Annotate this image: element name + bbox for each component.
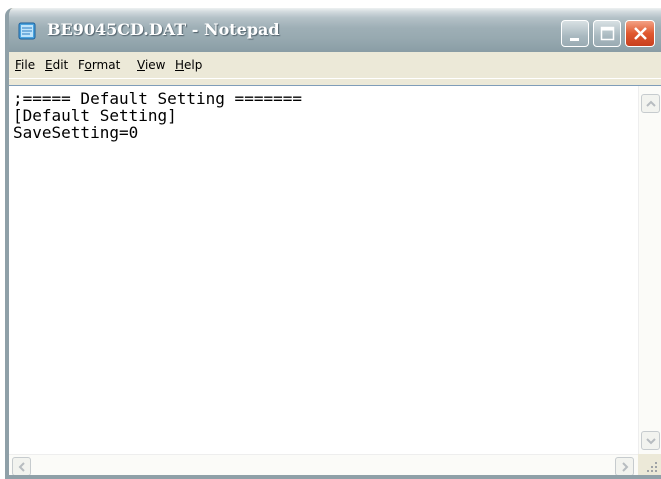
chevron-down-icon [646,438,656,445]
menu-edit-label: dit [52,58,69,72]
close-button[interactable] [625,20,655,47]
menu-view-accel: V [137,58,145,72]
vertical-scrollbar[interactable] [638,86,661,454]
resize-grip[interactable] [638,454,661,475]
menu-view[interactable]: View [137,58,165,72]
menu-bar: File Edit Format View Help [9,55,661,77]
menu-file-label: ile [21,58,36,72]
menu-file[interactable]: File [15,58,35,72]
title-bar[interactable]: BE9045CD.DAT - Notepad [9,8,661,52]
resize-grip-icon [647,462,657,472]
menu-view-label: iew [144,58,166,72]
minimize-icon [570,38,579,41]
text-editor[interactable]: ;===== Default Setting ======= [Default … [9,85,661,475]
maximize-icon [600,26,615,41]
notepad-icon [18,22,36,40]
horizontal-scrollbar[interactable] [9,454,638,475]
window-title: BE9045CD.DAT - Notepad [47,20,280,39]
scroll-right-button[interactable] [615,457,634,475]
menu-separator [9,78,661,79]
menu-format[interactable]: Format [78,58,120,72]
chevron-left-icon [18,462,25,472]
chevron-up-icon [646,100,656,107]
menu-format-accel: o [84,58,92,72]
chevron-right-icon [622,462,629,472]
menu-format-label: rmat [91,58,121,72]
scroll-left-button[interactable] [12,457,31,475]
close-icon [634,27,647,40]
maximize-button[interactable] [593,20,621,47]
menu-edit[interactable]: Edit [45,58,68,72]
minimize-button[interactable] [561,20,589,47]
menu-help-accel: H [175,58,185,72]
notepad-window: BE9045CD.DAT - Notepad File Edit Format … [5,8,661,479]
menu-edit-accel: E [45,58,53,72]
scroll-down-button[interactable] [641,431,660,450]
menu-help[interactable]: Help [175,58,202,72]
scroll-up-button[interactable] [641,94,660,113]
document-text[interactable]: ;===== Default Setting ======= [Default … [13,90,633,450]
menu-help-label: elp [184,58,203,72]
